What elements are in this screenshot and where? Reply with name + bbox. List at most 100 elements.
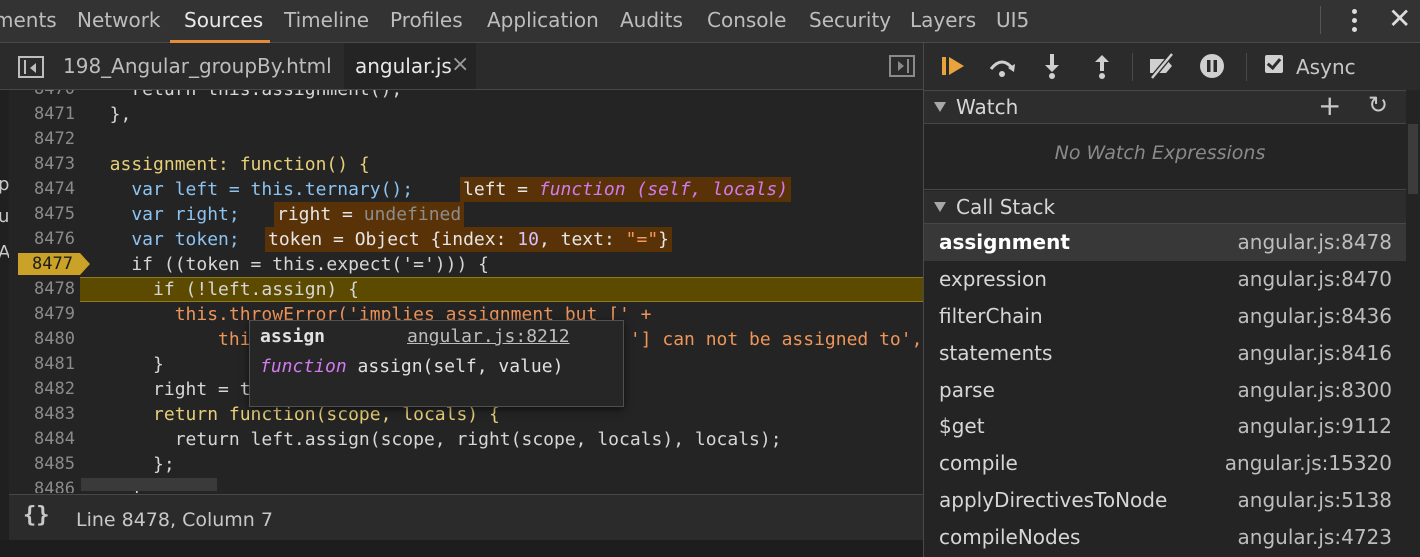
collapse-arrow-icon[interactable] (934, 102, 946, 112)
refresh-icon[interactable]: ↻ (1368, 91, 1388, 119)
code-text: var token; (88, 229, 240, 250)
code-text: }, (88, 104, 132, 125)
cursor-position: Line 8478, Column 7 (76, 509, 273, 531)
frame-location[interactable]: angular.js:8436 (1238, 304, 1392, 328)
frame-function: $get (939, 414, 985, 438)
close-tab-icon[interactable]: × (451, 52, 469, 77)
line-number[interactable]: 8472 (9, 127, 75, 152)
callstack-section-header[interactable]: Call Stack (924, 191, 1406, 224)
frame-location[interactable]: angular.js:9112 (1238, 414, 1392, 438)
frame-function: assignment (939, 230, 1070, 254)
code-line: 8475 var right; right = undefined (9, 202, 923, 227)
tooltip-source-link[interactable]: angular.js:8212 (407, 326, 570, 347)
code-line: 8471 }, (9, 102, 923, 127)
horizontal-scrollbar[interactable] (9, 478, 923, 493)
tab-sources[interactable]: Sources (184, 8, 263, 32)
line-number[interactable]: 8482 (9, 377, 75, 402)
tab-audits[interactable]: Audits (620, 8, 683, 32)
async-label: Async (1296, 55, 1356, 79)
debugger-toolbar: Async (924, 43, 1420, 91)
tab-ui5[interactable]: UI5 (996, 8, 1029, 32)
line-number[interactable]: 8484 (9, 427, 75, 452)
code-line: 8485 }; (9, 452, 923, 477)
toolbar-divider (1132, 53, 1133, 81)
frame-location[interactable]: angular.js:15320 (1225, 451, 1392, 475)
devtools-tab-bar: ments Network Sources Timeline Profiles … (0, 0, 1420, 43)
code-text: } (88, 354, 164, 375)
editor-status-bar: {} Line 8478, Column 7 (9, 494, 923, 541)
call-frame[interactable]: statements angular.js:8416 (924, 335, 1406, 372)
tab-profiles[interactable]: Profiles (390, 8, 463, 32)
line-number[interactable]: 8483 (9, 402, 75, 427)
resume-icon[interactable] (938, 51, 970, 81)
frame-function: parse (939, 378, 995, 402)
call-frame[interactable]: compile angular.js:15320 (924, 445, 1406, 482)
line-number[interactable]: 8480 (9, 327, 75, 352)
call-frame[interactable]: $get angular.js:9112 (924, 408, 1406, 445)
frame-location[interactable]: angular.js:4723 (1238, 525, 1392, 549)
toggle-debugger-icon[interactable] (889, 55, 915, 77)
call-frame[interactable]: parse angular.js:8300 (924, 372, 1406, 409)
file-tab-groupby-html[interactable]: 198_Angular_groupBy.html (63, 54, 332, 78)
frame-location[interactable]: angular.js:8416 (1238, 341, 1392, 365)
call-frame[interactable]: expression angular.js:8470 (924, 261, 1406, 298)
line-number[interactable]: 8485 (9, 452, 75, 477)
watch-empty-state: No Watch Expressions (924, 123, 1406, 190)
frame-location[interactable]: angular.js:8470 (1238, 267, 1392, 291)
debugger-sidebar: Async Watch + ↻ No Watch Expressions Cal… (924, 43, 1420, 557)
more-options-icon[interactable] (1344, 4, 1366, 36)
code-line: 8472 (9, 127, 923, 152)
code-text: }; (88, 454, 175, 475)
watch-section-header[interactable]: Watch + ↻ (924, 89, 1406, 124)
frame-location[interactable]: angular.js:5138 (1238, 488, 1392, 512)
line-number[interactable]: 8471 (9, 102, 75, 127)
line-number[interactable]: 8473 (9, 152, 75, 177)
pretty-print-button[interactable]: {} (23, 503, 50, 528)
tab-layers[interactable]: Layers (910, 8, 976, 32)
call-frame[interactable]: applyDirectivesToNode angular.js:5138 (924, 482, 1406, 519)
deactivate-breakpoints-icon[interactable] (1146, 51, 1178, 81)
pause-on-exceptions-icon[interactable] (1196, 51, 1228, 81)
toolbar-divider (1320, 6, 1321, 34)
line-number[interactable]: 8478 (9, 277, 75, 302)
collapse-arrow-icon[interactable] (934, 202, 946, 212)
tab-elements[interactable]: ments (0, 8, 57, 32)
code-line: 8470 return this.assignment(); (9, 90, 923, 102)
inline-value-token: token = Object {index: 10, text: "="} (265, 227, 672, 252)
sidebar-scrollbar[interactable] (1406, 90, 1420, 557)
step-out-icon[interactable] (1086, 51, 1118, 81)
call-frame[interactable]: compileNodes angular.js:4723 (924, 519, 1406, 556)
code-line: 8474 var left = this.ternary(); left = f… (9, 177, 923, 202)
line-number[interactable]: 8475 (9, 202, 75, 227)
call-frame[interactable]: filterChain angular.js:8436 (924, 298, 1406, 335)
toolbar-divider (1246, 53, 1247, 81)
frame-location[interactable]: angular.js:8478 (1238, 230, 1392, 254)
code-line: 8476 var token; token = Object {index: 1… (9, 227, 923, 252)
close-devtools-icon[interactable]: ✕ (1388, 2, 1411, 35)
step-over-icon[interactable] (986, 51, 1018, 81)
scrollbar-thumb[interactable] (1408, 124, 1418, 194)
tab-timeline[interactable]: Timeline (284, 8, 369, 32)
call-frame[interactable]: assignment angular.js:8478 (924, 224, 1406, 261)
line-number[interactable]: 8479 (9, 302, 75, 327)
code-text: return this.assignment(); (88, 90, 402, 102)
line-number[interactable]: 8470 (9, 90, 75, 102)
file-tab-angular-js-label[interactable]: angular.js (355, 54, 452, 78)
code-line: 8473 assignment: function() { (9, 152, 923, 177)
add-watch-icon[interactable]: + (1318, 89, 1341, 122)
tooltip-name: assign (260, 326, 326, 347)
frame-location[interactable]: angular.js:8300 (1238, 378, 1392, 402)
code-editor[interactable]: 8477 8470 return this.assignment(); 8471… (9, 90, 923, 493)
tab-console[interactable]: Console (707, 8, 786, 32)
tab-security[interactable]: Security (809, 8, 891, 32)
tab-application[interactable]: Application (487, 8, 599, 32)
tab-network[interactable]: Network (77, 8, 161, 32)
step-into-icon[interactable] (1036, 51, 1068, 81)
code-text: assignment: function() { (88, 154, 370, 175)
scrollbar-thumb[interactable] (81, 478, 217, 491)
line-number[interactable]: 8476 (9, 227, 75, 252)
line-number[interactable]: 8474 (9, 177, 75, 202)
line-number[interactable]: 8481 (9, 352, 75, 377)
toggle-navigator-icon[interactable] (18, 56, 44, 78)
async-checkbox[interactable] (1265, 55, 1283, 73)
